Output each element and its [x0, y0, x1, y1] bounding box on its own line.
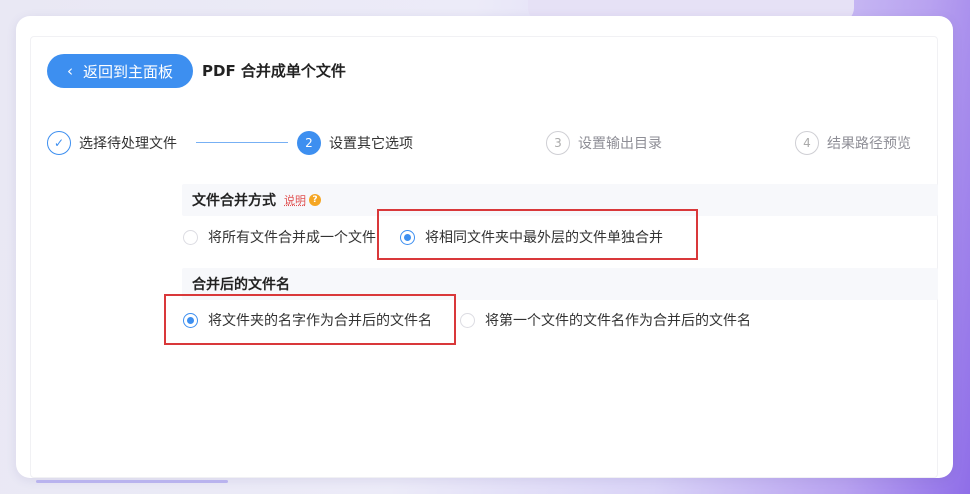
radio-name-by-first-file[interactable]: 将第一个文件的文件名作为合并后的文件名: [460, 309, 751, 331]
chevron-left-icon: ‹: [66, 62, 73, 80]
scroll-indicator: [36, 480, 228, 483]
radio-label: 将所有文件合并成一个文件: [208, 230, 376, 246]
step-result-preview[interactable]: 4 结果路径预览: [795, 130, 911, 156]
step-label: 选择待处理文件: [79, 136, 177, 152]
file-name-title: 合并后的文件名: [192, 277, 290, 293]
step-output-dir[interactable]: 3 设置输出目录: [546, 130, 662, 156]
highlight-box-name-option: [164, 294, 456, 345]
help-link[interactable]: 说明: [284, 192, 306, 208]
radio-icon: [460, 312, 475, 328]
step-select-files[interactable]: ✓ 选择待处理文件: [47, 130, 177, 156]
step-number: 4: [795, 131, 819, 155]
main-card: ‹ 返回到主面板 PDF 合并成单个文件 ✓ 选择待处理文件 2 设置其它选项 …: [16, 16, 953, 478]
step-label: 设置其它选项: [329, 136, 413, 152]
back-button-label: 返回到主面板: [82, 62, 173, 81]
page-title: PDF 合并成单个文件: [202, 62, 346, 80]
step-number: 3: [546, 131, 570, 155]
step-label: 设置输出目录: [578, 136, 662, 152]
step-other-options[interactable]: 2 设置其它选项: [297, 130, 413, 156]
merge-mode-title: 文件合并方式: [192, 193, 276, 209]
radio-icon: [183, 229, 198, 245]
back-to-dashboard-button[interactable]: ‹ 返回到主面板: [47, 54, 193, 88]
step-number: 2: [297, 131, 321, 155]
radio-label: 将第一个文件的文件名作为合并后的文件名: [485, 313, 751, 329]
step-label: 结果路径预览: [827, 136, 911, 152]
step-connector: [196, 142, 288, 143]
check-icon: ✓: [47, 131, 71, 155]
highlight-box-merge-option: [377, 209, 698, 260]
radio-merge-all[interactable]: 将所有文件合并成一个文件: [183, 226, 376, 248]
help-icon[interactable]: ?: [309, 194, 321, 206]
